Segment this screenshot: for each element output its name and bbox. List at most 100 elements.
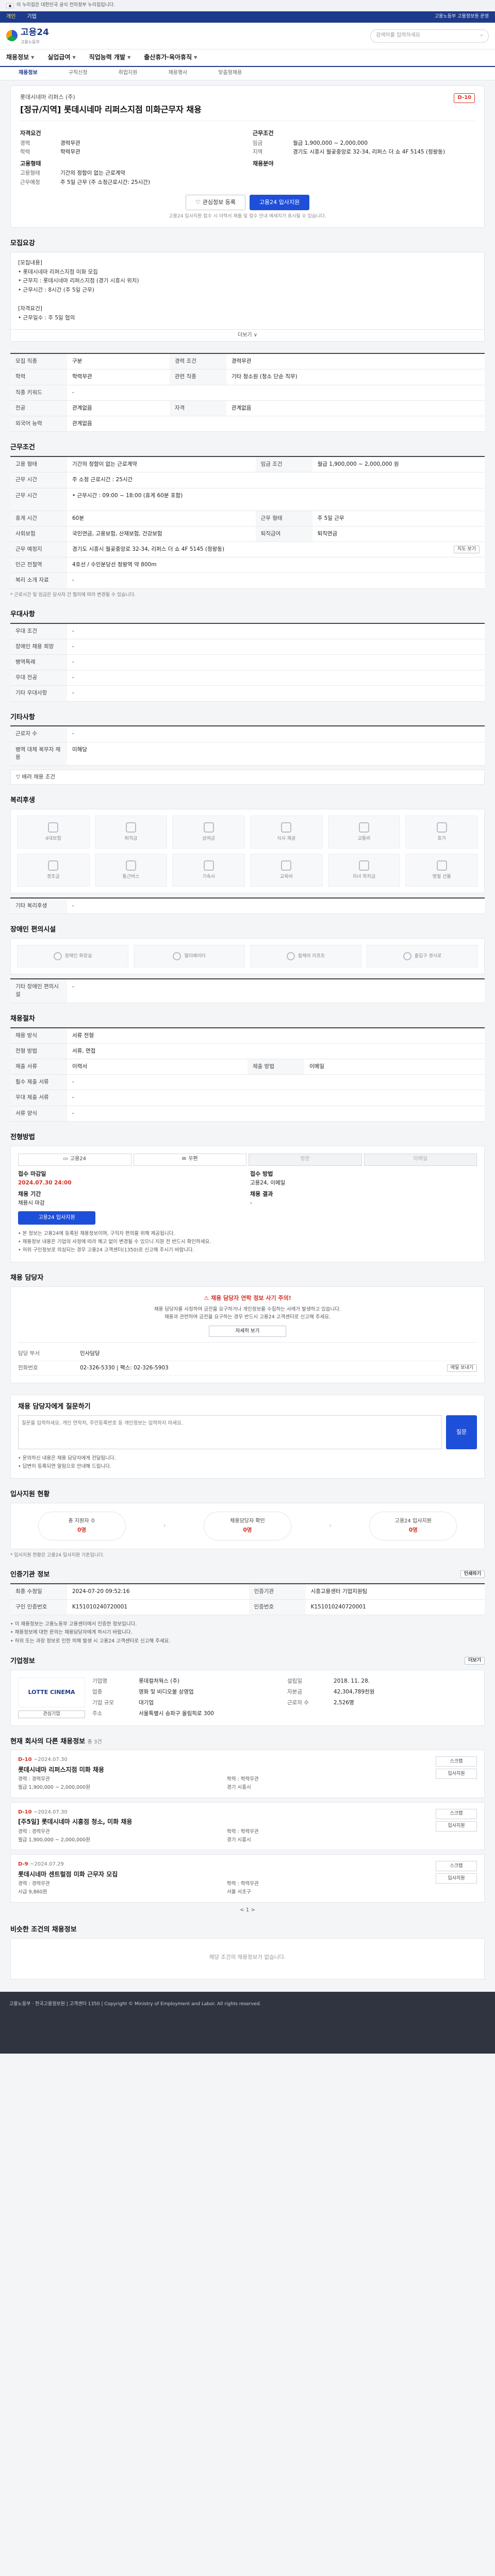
scrap-button[interactable]: 스크랩 — [436, 1861, 477, 1872]
qualification-table-section: 모집 직종 구분 경력 조건 경력무관 학력 학력무관 관련 직종 기타 청소원 (청소 단… — [10, 353, 485, 432]
section-title: 장애인 편의시설 — [10, 926, 56, 934]
site-logo[interactable]: 고용24 고용노동부 — [6, 26, 49, 45]
other-jobs-section: 현재 회사의 다른 채용정보 총 3건 D-10 ~2024.07.30 롯데시… — [10, 1737, 485, 1914]
save-interest-button[interactable]: ♡ 관심정보 등록 — [185, 194, 245, 210]
section-title: 우대사항 — [10, 610, 35, 618]
disability-section: 장애인 편의시설 장애인 화장실 엘리베이터 휠체어 리프트 출입구 경사로 기… — [10, 925, 485, 1003]
welfare-item: 상여금 — [172, 816, 245, 849]
warning-detail-button[interactable]: 자세히 보기 — [209, 1325, 286, 1337]
facility-item: 장애인 화장실 — [17, 945, 128, 968]
chevron-down-icon: ▼ — [72, 55, 76, 60]
reg-info-section: 인증기관 정보 인쇄하기 최종 수정일 2024-07-20 09:52:16 인증기… — [10, 1570, 485, 1646]
elevator-icon — [173, 952, 182, 961]
section-title: 전형방법 — [10, 1133, 35, 1141]
sub-nav-item[interactable]: 취업지원 — [119, 70, 138, 77]
nav-item-jobs[interactable]: 채용정보 ▼ — [6, 53, 34, 62]
apply-button[interactable]: 입사지원 — [436, 1821, 477, 1832]
mail-icon: ✉ — [182, 1156, 187, 1162]
company-name[interactable]: 롯데시네마 리퍼스 (주) — [20, 93, 475, 101]
nav-item-training[interactable]: 직업능력 개발 ▼ — [89, 53, 131, 62]
follow-company-button[interactable]: 관심기업 — [18, 1710, 85, 1718]
list-item[interactable]: D-10 ~2024.07.30 [주5일] 롯데시네마 시흥점 청소, 미화 … — [10, 1802, 485, 1851]
sub-nav-item[interactable]: 구직신청 — [69, 70, 88, 77]
logo-sub: 고용노동부 — [21, 40, 40, 45]
transport-icon — [358, 822, 369, 833]
scrap-button[interactable]: 스크랩 — [436, 1756, 477, 1767]
method-tab-mail[interactable]: ✉ 우편 — [133, 1153, 246, 1166]
util-tab-company[interactable]: 기업 — [27, 13, 36, 21]
fraud-warning: ⚠ 채용 담당자 연락 정보 사기 주의! — [204, 1295, 291, 1302]
sub-nav-item[interactable]: 채용정보 — [19, 70, 38, 77]
bonus-icon — [203, 822, 214, 833]
nav-item-leave[interactable]: 출산휴가·육아휴직 ▼ — [144, 53, 197, 62]
restroom-icon — [53, 952, 62, 961]
list-item[interactable]: D-10 ~2024.07.30 롯데시네마 리퍼스지점 미화 채용 경력 : … — [10, 1750, 485, 1798]
apply-note: 고용24 입사지원 접수 시 이력서 제출 및 접수 안내 메세지가 표시될 수… — [169, 213, 326, 219]
email-button[interactable]: 메일 보내기 — [447, 1364, 477, 1372]
logo-name: 고용24 — [21, 27, 49, 38]
arrow-right-icon: › — [163, 1522, 166, 1530]
warning-icon: ⚠ — [204, 1295, 211, 1302]
similar-empty: 해당 조건의 채용정보가 없습니다. — [10, 1938, 485, 1980]
search-input[interactable]: 검색어를 입력하세요 ⌕ — [370, 29, 489, 43]
contact-section: 채용 담당자 ⚠ 채용 담당자 연락 정보 사기 주의! 채용 담당자를 사칭하… — [10, 1274, 485, 1384]
other-info-table: 근로자 수- 병역 대체 복무자 채용 미해당 — [10, 725, 485, 766]
sub-nav-item[interactable]: 맞춤형채용 — [218, 70, 242, 77]
apply-button[interactable]: 입사지원 — [436, 1873, 477, 1884]
qualification-table: 모집 직종 구분 경력 조건 경력무관 학력 학력무관 관련 직종 기타 청소원 (청소 단… — [10, 353, 485, 432]
selection-section: 채용절차 채용 방식 서류 전형 전형 방법 서류, 면접 제출 서류 이력서 제출 방… — [10, 1014, 485, 1122]
method-tab-employ24[interactable]: ▭ 고용24 — [18, 1153, 131, 1166]
util-tab-personal[interactable]: 개인 — [6, 13, 15, 21]
print-button[interactable]: 인쇄하기 — [460, 1570, 485, 1579]
search-placeholder: 검색어를 입력하세요 — [376, 32, 420, 39]
company-more-button[interactable]: 더보기 — [465, 1656, 485, 1665]
welfare-item: 명절 선물 — [405, 854, 478, 887]
welfare-item: 자녀 학자금 — [327, 854, 401, 887]
other-info-section: 기타사항 근로자 수- 병역 대체 복무자 채용 미해당 ▽ 배려 채용 조건 — [10, 713, 485, 785]
list-item[interactable]: D-9 ~2024.07.29 롯데시네마 센트럴점 미화 근무자 모집 경력 … — [10, 1854, 485, 1903]
util-right-text: 고용노동부 고용정보원 운영 — [434, 14, 489, 20]
job-summary-card: 롯데시네마 리퍼스 (주) [정규/지역] 롯데시네마 리퍼스지점 미화근무자 … — [10, 86, 485, 228]
facility-item: 출입구 경사로 — [367, 945, 478, 968]
apply-employ24-button[interactable]: 고용24 입사지원 — [18, 1211, 95, 1225]
welfare-item: 교통비 — [327, 816, 401, 849]
method-tab-email[interactable]: 이메일 — [364, 1153, 477, 1166]
sub-nav-item[interactable]: 채용행사 — [168, 70, 187, 77]
welfare-item: 교육비 — [250, 854, 323, 887]
scrap-button[interactable]: 스크랩 — [436, 1808, 477, 1819]
section-title: 모집요강 — [10, 239, 35, 247]
nav-item-benefits[interactable]: 실업급여 ▼ — [47, 53, 75, 62]
map-button[interactable]: 지도 보기 — [454, 545, 480, 554]
footer-text: 고용노동부 · 한국고용정보원 | 고객센터 1350 | Copyright … — [9, 2002, 261, 2007]
facility-item: 엘리베이터 — [134, 945, 245, 968]
section-title: 기타사항 — [10, 713, 35, 721]
gift-icon — [48, 860, 59, 871]
search-icon[interactable]: ⌕ — [480, 32, 483, 40]
section-title: 근무조건 — [10, 444, 35, 452]
company-logo: LOTTE CINEMA — [18, 1677, 85, 1707]
apply-button[interactable]: 고용24 입사지원 — [249, 194, 310, 210]
inquiry-section: 채용 담당자에게 질문하기 질문 • 문의하신 내용은 채용 담당자에게 전달됩… — [10, 1395, 485, 1479]
apply-button[interactable]: 입사지원 — [436, 1769, 477, 1780]
recruit-body: [모집내용] • 롯데시네마 리퍼스지점 미화 모집 • 근무지 : 롯데시네마… — [10, 251, 485, 330]
prefer-table: 우대 조건 - 장애인 채용 희망 - 병역특례 - 우대 전공 - 기타 우대사항 - — [10, 622, 485, 702]
severance-icon — [125, 822, 136, 833]
block-title: 고용형태 — [20, 160, 41, 167]
sub-nav: 채용정보 구직신청 취업지원 채용행사 맞춤형채용 — [0, 67, 495, 80]
section-title: 인증기관 정보 인쇄하기 — [10, 1570, 485, 1580]
method-tab-visit[interactable]: 방문 — [249, 1153, 362, 1166]
gov-banner-text: 이 누리집은 대한민국 공식 전자정부 누리집입니다. — [16, 3, 116, 8]
selection-table: 채용 방식 서류 전형 전형 방법 서류, 면접 제출 서류 이력서 제출 방법 이메일 … — [10, 1027, 485, 1122]
consideration-dropdown[interactable]: ▽ 배려 채용 조건 — [10, 770, 485, 785]
dorm-icon — [203, 860, 214, 871]
deadline-date: 2024.07.30 24:00 — [18, 1179, 72, 1186]
similar-section: 비슷한 조건의 채용정보 해당 조건의 채용정보가 없습니다. — [10, 1925, 485, 1980]
pagination[interactable]: < 1 > — [10, 1907, 485, 1914]
more-button[interactable]: 더보기 ∨ — [10, 329, 485, 342]
chevron-down-icon: ▽ — [16, 774, 22, 781]
gov-banner: 이 누리집은 대한민국 공식 전자정부 누리집입니다. — [0, 0, 495, 11]
section-title: 채용절차 — [10, 1014, 35, 1023]
inquiry-textarea[interactable] — [18, 1415, 442, 1449]
block-title: 근무조건 — [253, 130, 274, 137]
inquiry-submit-button[interactable]: 질문 — [446, 1415, 477, 1449]
